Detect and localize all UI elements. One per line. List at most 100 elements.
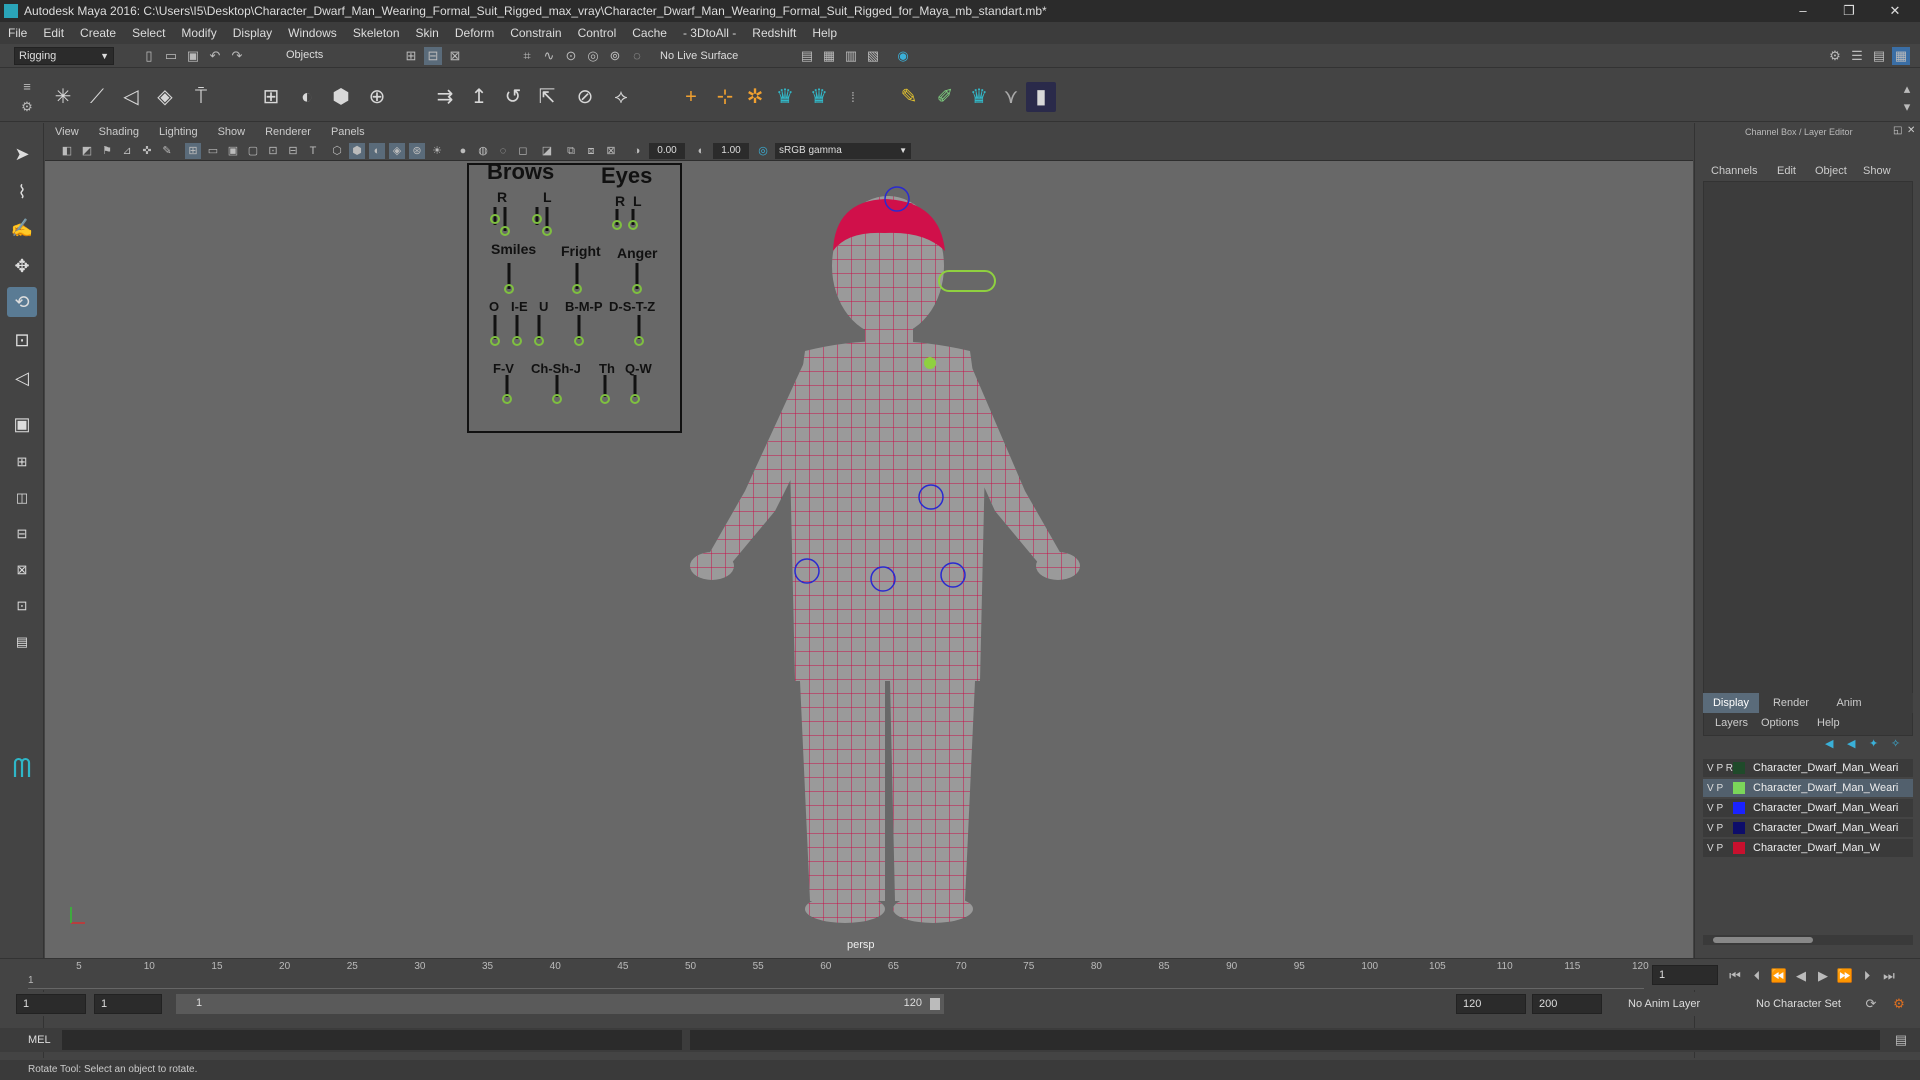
new-layer-icon[interactable]: ✦ <box>1869 737 1878 750</box>
layer-color-swatch[interactable] <box>1733 822 1745 834</box>
menu-skeleton[interactable]: Skeleton <box>345 26 408 40</box>
outliner-layout-icon[interactable]: ⊟ <box>7 519 37 549</box>
select-tool-icon[interactable]: ➤ <box>7 139 37 169</box>
custom-layout-icon[interactable]: ▤ <box>7 627 37 657</box>
layer-row[interactable]: V P Character_Dwarf_Man_Weari <box>1703 799 1913 817</box>
shelf-scroll-down-icon[interactable]: ▾ <box>1898 98 1916 116</box>
tool-settings-icon[interactable]: ▤ <box>1870 47 1888 65</box>
close-button[interactable]: ✕ <box>1872 0 1918 22</box>
select-by-object-icon[interactable]: ⊟ <box>424 47 442 65</box>
menuset-dropdown[interactable]: Rigging ▼ <box>14 47 114 65</box>
menu-redshift[interactable]: Redshift <box>744 26 804 40</box>
tab-render[interactable]: Render <box>1763 693 1819 713</box>
paint-skin-icon[interactable]: ✐ <box>930 82 960 112</box>
pole-vector-icon[interactable]: ⟡ <box>606 82 636 112</box>
graph-layout-icon[interactable]: ⊠ <box>7 555 37 585</box>
panel-menu-lighting[interactable]: Lighting <box>149 126 208 138</box>
shadows-icon[interactable]: ● <box>455 143 471 159</box>
ik-spline-icon[interactable]: ◁ <box>116 82 146 112</box>
menu-control[interactable]: Control <box>570 26 625 40</box>
layer-color-swatch[interactable] <box>1733 762 1745 774</box>
default-material-icon[interactable]: ◐ <box>369 143 385 159</box>
menu-skin[interactable]: Skin <box>408 26 447 40</box>
menu-display[interactable]: Display <box>225 26 280 40</box>
layer-row[interactable]: V P Character_Dwarf_Man_W <box>1703 839 1913 857</box>
new-layer-selected-icon[interactable]: ✧ <box>1891 737 1900 750</box>
tab-anim[interactable]: Anim <box>1821 693 1877 713</box>
panel-menu-shading[interactable]: Shading <box>89 126 149 138</box>
smooth-bind-icon[interactable]: ◐ <box>292 82 322 112</box>
image-plane-icon[interactable]: ⊿ <box>119 143 135 159</box>
new-scene-icon[interactable]: ▯ <box>140 47 158 65</box>
preferences-icon[interactable]: ⚙ <box>1890 995 1908 1013</box>
hik-pose-icon[interactable]: ♛ <box>964 82 994 112</box>
two-d-pan-icon[interactable]: ✜ <box>139 143 155 159</box>
step-forward-key-icon[interactable]: ⏩ <box>1836 967 1854 985</box>
hik-character-icon[interactable]: ♛ <box>770 82 800 112</box>
orient-constraint-icon[interactable]: ↺ <box>498 82 528 112</box>
menu-edit[interactable]: Edit <box>35 26 72 40</box>
snap-pivot-icon[interactable]: ◌ <box>628 47 646 65</box>
layer-visibility-toggles[interactable]: V P <box>1703 823 1733 834</box>
layer-name[interactable]: Character_Dwarf_Man_Weari <box>1753 822 1898 834</box>
snap-view-icon[interactable]: ◎ <box>584 47 602 65</box>
menu-select[interactable]: Select <box>124 26 173 40</box>
layer-scrollbar-thumb[interactable] <box>1713 937 1813 943</box>
gamma-field[interactable]: 1.00 <box>713 143 749 159</box>
motion-blur-icon[interactable]: ◌ <box>495 143 511 159</box>
weight-tool-icon[interactable]: ✎ <box>894 82 924 112</box>
move-tool-icon[interactable]: ✥ <box>7 251 37 281</box>
bookmark-icon[interactable]: ⚑ <box>99 143 115 159</box>
grid-icon[interactable]: ⊞ <box>185 143 201 159</box>
go-to-end-icon[interactable]: ⏭ <box>1880 967 1898 985</box>
layer-name[interactable]: Character_Dwarf_Man_Weari <box>1753 762 1898 774</box>
channel-menu-edit[interactable]: Edit <box>1777 165 1796 177</box>
close-panel-icon[interactable]: ✕ <box>1907 125 1915 136</box>
exposure-field[interactable]: 0.00 <box>649 143 685 159</box>
layer-menu-options[interactable]: Options <box>1761 717 1799 729</box>
snap-surface-icon[interactable]: ⊚ <box>606 47 624 65</box>
hik-control-rig-icon[interactable]: ♛ <box>804 82 834 112</box>
panel-menu-show[interactable]: Show <box>208 126 256 138</box>
channel-box-toggle-icon[interactable]: ▦ <box>1892 47 1910 65</box>
textured-icon[interactable]: ⊛ <box>409 143 425 159</box>
smooth-shade-icon[interactable]: ⬢ <box>349 143 365 159</box>
bind-skin-icon[interactable]: ⊞ <box>256 82 286 112</box>
redo-icon[interactable]: ↷ <box>228 47 246 65</box>
layer-color-swatch[interactable] <box>1733 842 1745 854</box>
script-language-label[interactable]: MEL <box>28 1034 51 1046</box>
select-by-component-icon[interactable]: ⊠ <box>446 47 464 65</box>
minimize-button[interactable]: – <box>1780 0 1826 22</box>
render-settings-icon[interactable]: ▤ <box>798 47 816 65</box>
camera-attributes-icon[interactable]: ◩ <box>79 143 95 159</box>
panel-menu-renderer[interactable]: Renderer <box>255 126 321 138</box>
open-scene-icon[interactable]: ▭ <box>162 47 180 65</box>
channel-menu-object[interactable]: Object <box>1815 165 1847 177</box>
layer-visibility-toggles[interactable]: V P <box>1703 843 1733 854</box>
color-management-icon[interactable]: ◎ <box>755 143 771 159</box>
layer-visibility-toggles[interactable]: V P <box>1703 783 1733 794</box>
layer-visibility-toggles[interactable]: V P <box>1703 803 1733 814</box>
play-backwards-icon[interactable]: ◀ <box>1792 967 1810 985</box>
layer-scrollbar[interactable] <box>1703 935 1913 945</box>
last-tool-icon[interactable]: ◁ <box>7 363 37 393</box>
two-view-icon[interactable]: ◫ <box>7 483 37 513</box>
parent-constraint-icon[interactable]: ⊘ <box>570 82 600 112</box>
ipr-render-icon[interactable]: ▥ <box>842 47 860 65</box>
shelf-tabs-icon[interactable]: ≡ <box>18 78 36 96</box>
aim-constraint-icon[interactable]: ↥ <box>464 82 494 112</box>
layer-name[interactable]: Character_Dwarf_Man_Weari <box>1753 782 1898 794</box>
channel-menu-channels[interactable]: Channels <box>1711 165 1757 177</box>
shelf-settings-icon[interactable]: ⚙ <box>18 98 36 116</box>
attribute-editor-icon[interactable]: ☰ <box>1848 47 1866 65</box>
dwarf-character-model[interactable] <box>585 161 1185 961</box>
grease-pencil-icon[interactable]: ✎ <box>159 143 175 159</box>
maximize-button[interactable]: ❐ <box>1826 0 1872 22</box>
xray-active-icon[interactable]: ⊠ <box>603 143 619 159</box>
field-chart-icon[interactable]: ⊡ <box>265 143 281 159</box>
step-forward-icon[interactable]: ⏵ <box>1858 967 1876 985</box>
gamma-icon[interactable]: ◐ <box>693 143 709 159</box>
viewport-persp[interactable]: Brows Eyes R L R L Smiles Fright Anger O… <box>45 161 1693 965</box>
use-lights-icon[interactable]: ☀ <box>429 143 445 159</box>
layer-color-swatch[interactable] <box>1733 802 1745 814</box>
